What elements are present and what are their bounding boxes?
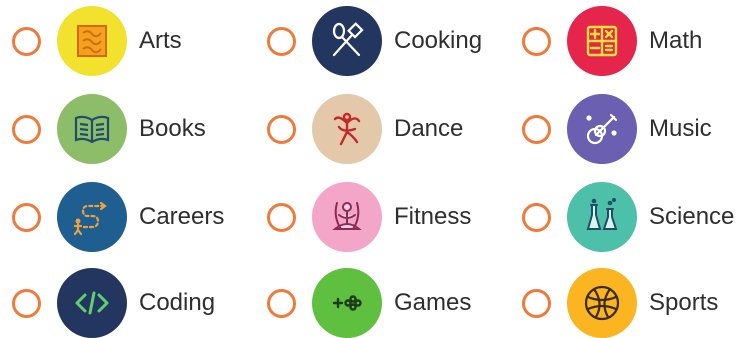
radio-button[interactable]: [522, 114, 551, 144]
radio-button[interactable]: [267, 114, 296, 144]
interest-label: Coding: [139, 289, 216, 316]
radio-button[interactable]: [12, 202, 41, 232]
interest-label: Science: [649, 203, 735, 230]
interest-label: Cooking: [394, 27, 483, 54]
radio-button[interactable]: [12, 114, 41, 144]
radio-button[interactable]: [522, 202, 551, 232]
interest-option-science[interactable]: Science: [522, 182, 734, 252]
meditation-icon: [312, 182, 382, 252]
interest-option-coding[interactable]: Coding: [12, 268, 215, 338]
interest-label: Sports: [649, 289, 719, 316]
interest-label: Dance: [394, 115, 464, 142]
radio-button[interactable]: [267, 26, 296, 56]
interest-option-math[interactable]: Math: [522, 6, 702, 76]
radio-button[interactable]: [522, 26, 551, 56]
cooking-utensils-icon: [312, 6, 382, 76]
math-calculator-icon: [567, 6, 637, 76]
test-tubes-icon: [567, 182, 637, 252]
interest-label: Fitness: [394, 203, 472, 230]
radio-button[interactable]: [267, 202, 296, 232]
interest-option-books[interactable]: Books: [12, 94, 206, 164]
radio-button[interactable]: [522, 288, 551, 318]
interest-option-careers[interactable]: Careers: [12, 182, 224, 252]
interest-option-sports[interactable]: Sports: [522, 268, 718, 338]
interest-label: Careers: [139, 203, 225, 230]
interest-label: Math: [649, 27, 703, 54]
arts-painting-icon: [57, 6, 127, 76]
basketball-icon: [567, 268, 637, 338]
radio-button[interactable]: [12, 288, 41, 318]
interest-label: Games: [394, 289, 472, 316]
guitar-icon: [567, 94, 637, 164]
radio-button[interactable]: [12, 26, 41, 56]
interest-label: Books: [139, 115, 206, 142]
interest-label: Music: [649, 115, 712, 142]
interest-options-grid: Arts Cooking Math Books Dance Music Care…: [0, 0, 753, 338]
interest-option-fitness[interactable]: Fitness: [267, 182, 471, 252]
radio-button[interactable]: [267, 288, 296, 318]
interest-option-cooking[interactable]: Cooking: [267, 6, 482, 76]
career-path-icon: [57, 182, 127, 252]
interest-label: Arts: [139, 27, 182, 54]
interest-option-games[interactable]: Games: [267, 268, 471, 338]
code-brackets-icon: [57, 268, 127, 338]
game-controller-icon: [312, 268, 382, 338]
open-book-icon: [57, 94, 127, 164]
interest-option-music[interactable]: Music: [522, 94, 712, 164]
interest-option-arts[interactable]: Arts: [12, 6, 182, 76]
dancer-icon: [312, 94, 382, 164]
interest-option-dance[interactable]: Dance: [267, 94, 463, 164]
